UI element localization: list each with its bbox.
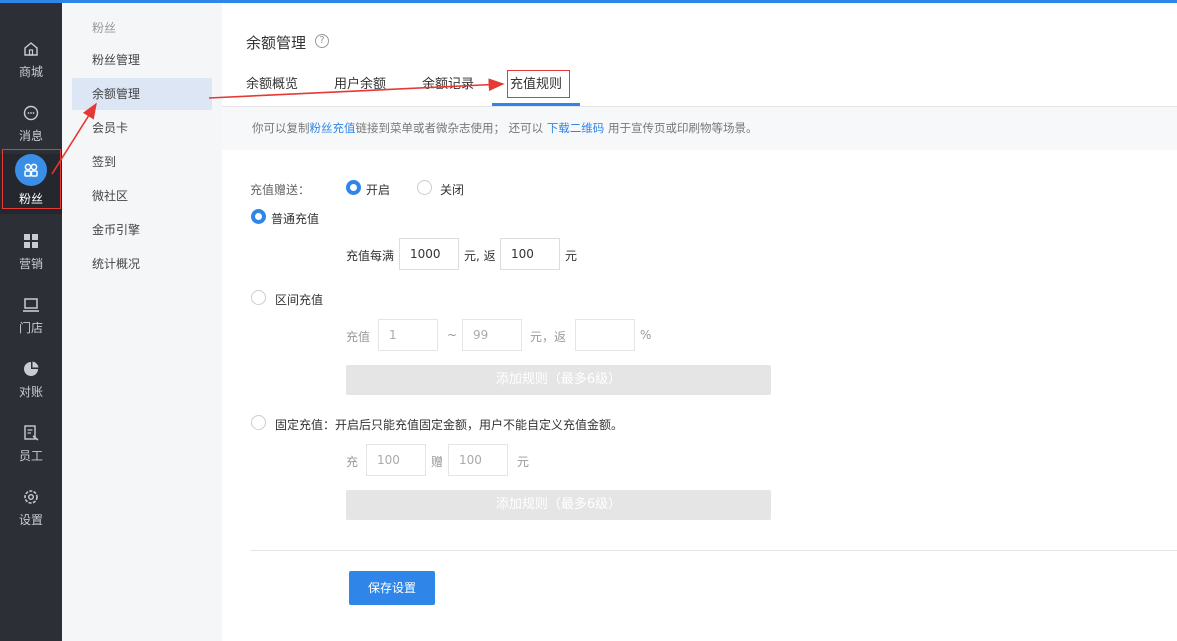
normal-recharge-label: 普通充值	[271, 212, 320, 226]
nav-label: 门店	[18, 321, 43, 335]
fixed-charge-label: 充	[346, 455, 359, 469]
pie-icon	[24, 361, 39, 376]
nav-item-marketing[interactable]: 营销	[0, 224, 62, 284]
notice-text: 你可以复制	[252, 121, 310, 135]
sidebar-section-title: 粉丝	[92, 21, 117, 35]
notice-text: 链接到菜单或者微杂志使用； 还可以	[355, 121, 544, 135]
notice-text: 用于宣传页或印刷物等场景。	[607, 121, 758, 135]
tab-balance-records[interactable]: 余额记录	[422, 73, 474, 92]
nav-item-account[interactable]: 对账	[0, 352, 62, 412]
divider	[250, 550, 1177, 551]
active-tab-indicator	[492, 103, 580, 106]
range-to-input[interactable]: 99	[462, 319, 522, 351]
range-prefix: 充值	[346, 330, 371, 344]
fixed-recharge-radio[interactable]	[251, 415, 266, 430]
normal-unit: 元	[565, 249, 578, 263]
download-qrcode-link[interactable]: 下载二维码	[547, 121, 605, 135]
fixed-gift-label: 赠	[431, 455, 444, 469]
normal-prefix: 充值每满	[346, 249, 395, 263]
fixed-charge-input[interactable]: 100	[366, 444, 426, 476]
gift-on-label: 开启	[366, 183, 391, 197]
secondary-sidebar: 粉丝 粉丝管理 余额管理 会员卡 签到 微社区 金币引擎 统计概况	[62, 3, 222, 641]
sidebar-item-member-card[interactable]: 会员卡	[72, 112, 212, 144]
page-title: 余额管理	[246, 34, 307, 52]
fixed-recharge-label: 固定充值：开启后只能充值固定金额，用户不能自定义充值金额。	[275, 418, 624, 432]
range-unit: %	[640, 328, 652, 342]
range-mid: 元，返	[530, 330, 567, 344]
store-icon	[23, 298, 39, 312]
tab-bar: 余额概览 用户余额 余额记录 充值规则	[222, 67, 1177, 107]
gift-on-radio[interactable]	[346, 180, 361, 195]
tab-user-balance[interactable]: 用户余额	[334, 73, 386, 92]
normal-amount-input[interactable]: 1000	[399, 238, 459, 270]
grid-icon	[24, 234, 38, 248]
gift-off-radio[interactable]	[417, 180, 432, 195]
normal-recharge-radio[interactable]	[251, 209, 266, 224]
nav-item-store[interactable]: 门店	[0, 288, 62, 348]
fixed-add-rule-button[interactable]: 添加规则（最多6级）	[346, 490, 771, 520]
main-content: 余额管理 ? 余额概览 用户余额 余额记录 充值规则 你可以复制粉丝充值链接到菜…	[222, 3, 1177, 641]
nav-item-message[interactable]: 消息	[0, 96, 62, 156]
sidebar-item-statistics[interactable]: 统计概况	[72, 248, 212, 280]
sidebar-item-balance-manage[interactable]: 余额管理	[72, 78, 212, 110]
nav-label: 员工	[18, 449, 43, 463]
staff-icon	[24, 425, 39, 441]
sidebar-item-checkin[interactable]: 签到	[72, 146, 212, 178]
primary-nav: 商城 消息 粉丝 营销 门店 对账 员工 设置	[0, 3, 62, 641]
range-from-input[interactable]: 1	[378, 319, 438, 351]
fans-recharge-link[interactable]: 粉丝充值	[310, 121, 356, 135]
highlight-box-fans	[2, 149, 61, 209]
range-recharge-radio[interactable]	[251, 290, 266, 305]
tab-balance-overview[interactable]: 余额概览	[246, 73, 298, 92]
fixed-gift-input[interactable]: 100	[448, 444, 508, 476]
range-add-rule-button[interactable]: 添加规则（最多6级）	[346, 365, 771, 395]
nav-label: 设置	[18, 513, 43, 527]
gear-icon	[24, 490, 38, 504]
gift-label: 充值赠送：	[250, 183, 311, 197]
message-icon	[23, 105, 39, 121]
home-icon	[24, 42, 38, 56]
help-icon[interactable]: ?	[315, 34, 329, 48]
normal-bonus-input[interactable]: 100	[500, 238, 560, 270]
nav-item-settings[interactable]: 设置	[0, 480, 62, 540]
fixed-unit: 元	[517, 455, 530, 469]
highlight-box-tab	[507, 70, 570, 98]
sidebar-item-community[interactable]: 微社区	[72, 180, 212, 212]
normal-mid: 元, 返	[464, 249, 496, 263]
nav-item-staff[interactable]: 员工	[0, 416, 62, 476]
range-percent-input[interactable]	[575, 319, 635, 351]
range-recharge-label: 区间充值	[275, 293, 324, 307]
sidebar-item-coin-engine[interactable]: 金币引擎	[72, 214, 212, 246]
save-settings-button[interactable]: 保存设置	[349, 571, 435, 605]
nav-label: 对账	[18, 385, 43, 399]
nav-label: 消息	[18, 129, 43, 143]
sidebar-item-fans-manage[interactable]: 粉丝管理	[72, 44, 212, 76]
range-tilde: ~	[447, 328, 458, 342]
notice-bar: 你可以复制粉丝充值链接到菜单或者微杂志使用； 还可以 下载二维码 用于宣传页或印…	[222, 107, 1177, 150]
nav-label: 商城	[18, 65, 43, 79]
nav-label: 营销	[18, 257, 43, 271]
nav-item-mall[interactable]: 商城	[0, 32, 62, 92]
gift-off-label: 关闭	[440, 183, 465, 197]
